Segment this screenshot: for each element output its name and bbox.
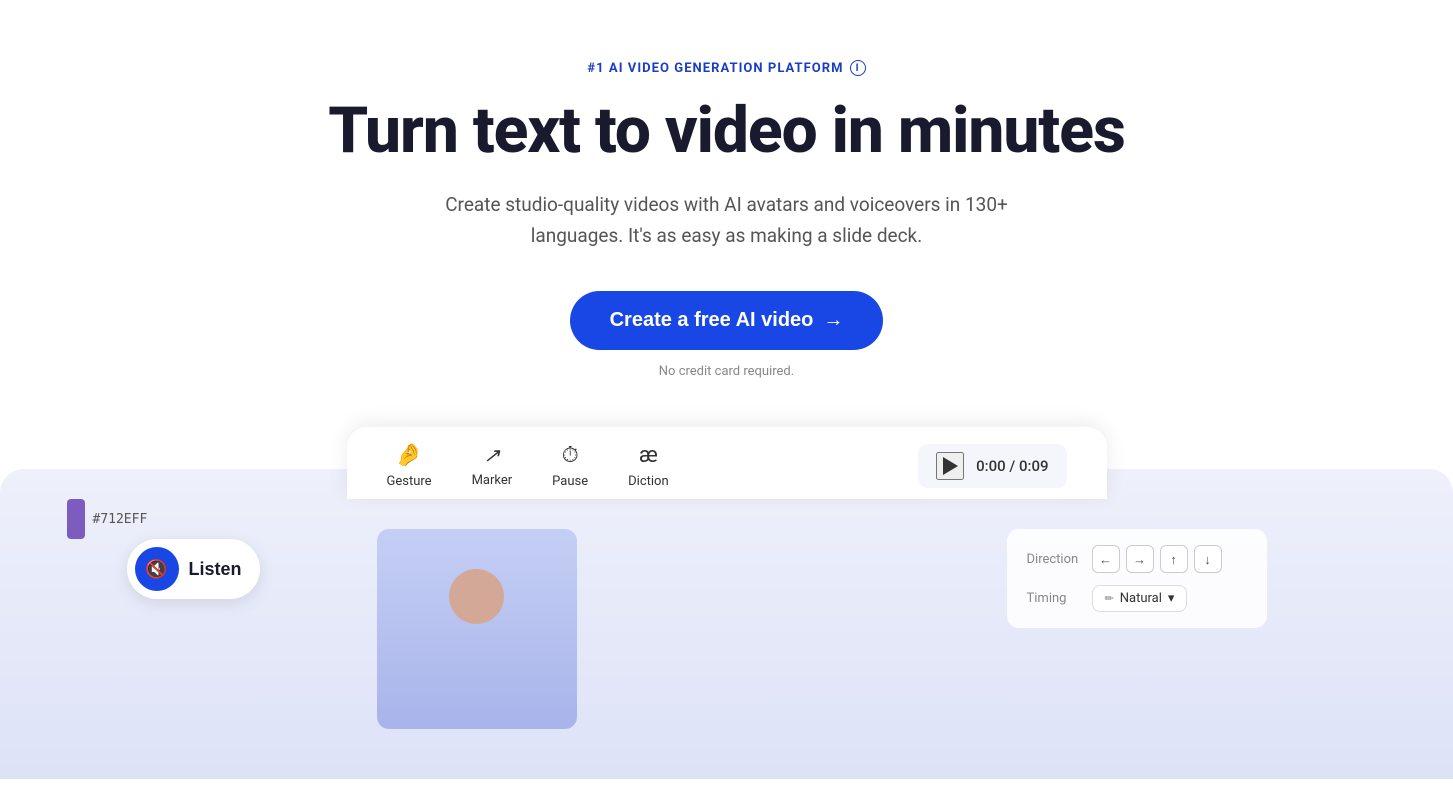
- avatar-figure: [422, 569, 532, 729]
- direction-label: Direction: [1027, 552, 1082, 567]
- timing-value: Natural: [1120, 591, 1162, 606]
- play-icon: [943, 457, 958, 475]
- pen-icon: ✏: [1105, 592, 1114, 605]
- tool-diction[interactable]: æ Diction: [628, 443, 669, 489]
- avatar-preview: [377, 529, 577, 729]
- toolbar-tools: 🤌 Gesture ↗ Marker ⏱ Pause æ Diction: [387, 443, 669, 489]
- listen-button[interactable]: 🔇 Listen: [127, 539, 260, 599]
- pause-label: Pause: [552, 474, 588, 489]
- gesture-icon: 🤌: [395, 443, 422, 468]
- timing-select[interactable]: ✏ Natural ▾: [1092, 585, 1188, 612]
- diction-label: Diction: [628, 474, 669, 489]
- no-credit-text: No credit card required.: [659, 364, 794, 379]
- cta-arrow-icon: →: [823, 309, 843, 332]
- tool-marker[interactable]: ↗ Marker: [472, 443, 513, 489]
- gesture-label: Gesture: [387, 474, 432, 489]
- badge-text: #1 AI VIDEO GENERATION PLATFORM: [587, 61, 843, 76]
- hero-title: Turn text to video in minutes: [328, 96, 1125, 166]
- cta-label: Create a free AI video: [610, 309, 814, 332]
- hero-subtitle: Create studio-quality videos with AI ava…: [427, 190, 1027, 251]
- color-swatch: #712EFF: [67, 499, 148, 539]
- listen-label: Listen: [189, 559, 242, 580]
- avatar-head: [449, 569, 504, 624]
- mute-icon: 🔇: [135, 547, 179, 591]
- direction-arrows: ← → ↑ ↓: [1092, 545, 1222, 573]
- direction-panel: Direction ← → ↑ ↓ Timing ✏ Natural ▾: [1007, 529, 1267, 628]
- cta-button[interactable]: Create a free AI video →: [570, 291, 884, 350]
- hero-section: #1 AI VIDEO GENERATION PLATFORM i Turn t…: [0, 0, 1453, 469]
- tool-pause[interactable]: ⏱ Pause: [552, 443, 588, 489]
- marker-label: Marker: [472, 473, 513, 488]
- timing-label: Timing: [1027, 591, 1082, 606]
- info-icon[interactable]: i: [850, 60, 866, 76]
- pause-icon: ⏱: [562, 443, 579, 468]
- arrow-up-btn[interactable]: ↑: [1160, 545, 1188, 573]
- demo-section: #712EFF 🔇 Listen Direction ← → ↑ ↓: [0, 469, 1453, 779]
- chevron-down-icon: ▾: [1168, 591, 1175, 606]
- arrow-right-btn[interactable]: →: [1126, 545, 1154, 573]
- arrow-down-btn[interactable]: ↓: [1194, 545, 1222, 573]
- marker-icon: ↗: [483, 443, 500, 467]
- playback-area: 0:00 / 0:09: [918, 444, 1066, 488]
- swatch-label: #712EFF: [93, 512, 148, 527]
- arrow-left-btn[interactable]: ←: [1092, 545, 1120, 573]
- diction-icon: æ: [639, 443, 658, 468]
- direction-row: Direction ← → ↑ ↓: [1027, 545, 1247, 573]
- timing-row: Timing ✏ Natural ▾: [1027, 585, 1247, 612]
- tool-gesture[interactable]: 🤌 Gesture: [387, 443, 432, 489]
- playback-time: 0:00 / 0:09: [976, 457, 1048, 475]
- platform-badge: #1 AI VIDEO GENERATION PLATFORM i: [587, 60, 865, 76]
- bottom-toolbar: 🤌 Gesture ↗ Marker ⏱ Pause æ Diction: [347, 427, 1107, 499]
- play-button[interactable]: [936, 452, 964, 480]
- swatch-box: [67, 499, 85, 539]
